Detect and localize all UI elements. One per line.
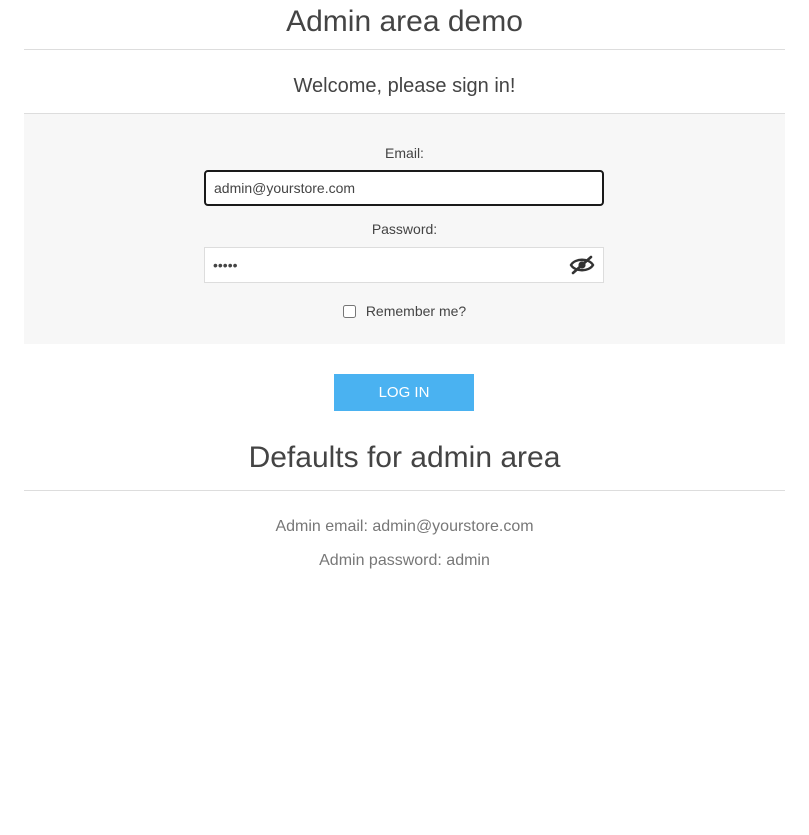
- remember-me-label: Remember me?: [365, 303, 467, 319]
- password-field[interactable]: [204, 247, 604, 283]
- default-admin-password: Admin password: admin: [319, 552, 490, 569]
- password-label: Password:: [371, 221, 438, 237]
- eye-slash-icon[interactable]: [568, 254, 596, 276]
- title-divider: [24, 49, 785, 50]
- defaults-heading: Defaults for admin area: [248, 441, 561, 474]
- page-title: Admin area demo: [286, 5, 523, 38]
- email-label: Email:: [385, 145, 424, 161]
- default-admin-email: Admin email: admin@yourstore.com: [275, 518, 534, 535]
- defaults-divider: [24, 490, 785, 491]
- welcome-heading: Welcome, please sign in!: [293, 75, 516, 97]
- remember-me-row: Remember me?: [24, 302, 785, 320]
- email-field[interactable]: [204, 170, 604, 206]
- log-in-button[interactable]: LOG IN: [334, 374, 474, 411]
- login-form: Email: Password: Remember me?: [24, 114, 785, 344]
- remember-me-checkbox[interactable]: [342, 304, 356, 318]
